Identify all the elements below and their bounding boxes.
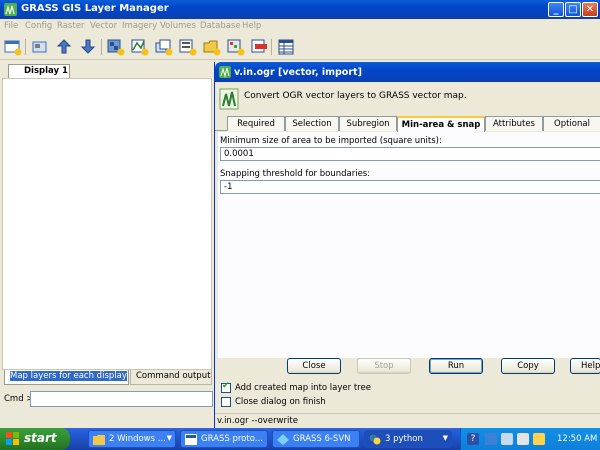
remove-layer-icon[interactable] [251,38,269,56]
chevron-left-icon[interactable] [485,433,497,445]
chevron-down-icon: ▼ [442,434,448,442]
close-window-button[interactable]: ✕ [582,2,598,17]
open-workspace-icon[interactable] [55,38,73,56]
tab-attributes[interactable]: Attributes [485,116,543,131]
minimize-button[interactable]: _ [548,2,564,17]
dialog-tabs: Required Selection Subregion Min-area & … [215,116,600,132]
start-label: start [24,431,57,445]
main-toolbar [0,34,600,60]
add-vector-icon[interactable] [131,38,149,56]
add-raster-icon[interactable] [107,38,125,56]
grass-dialog-icon [219,66,231,78]
workspace-new-icon[interactable] [31,38,49,56]
add-to-layer-tree-label: Add created map into layer tree [235,383,371,393]
tab-selection[interactable]: Selection [285,116,339,131]
copy-button[interactable]: Copy [501,358,555,374]
tab-map-layers[interactable]: Map layers for each display [4,370,129,385]
system-tray: ? 12:50 AM [460,428,600,450]
add-misc-layer-icon[interactable] [155,38,173,56]
add-overlay-icon[interactable] [179,38,197,56]
tab-optional[interactable]: Optional [543,116,600,131]
clock: 12:50 AM [557,434,598,444]
task-grass-proto[interactable]: GRASS proto... [180,430,268,448]
min-area-snap-panel: Minimum size of area to be imported (squ… [218,132,600,358]
printer-icon[interactable] [517,433,529,445]
dialog-status-bar: v.in.ogr --overwrite [215,413,600,428]
menu-config[interactable]: Config [25,21,52,31]
cmd-input[interactable] [30,391,213,407]
title-bar[interactable]: GRASS GIS Layer Manager _ □ ✕ [0,0,600,19]
task-label: 3 python [385,434,423,444]
dialog-title: v.in.ogr [vector, import] [234,67,362,78]
network-icon[interactable] [501,433,513,445]
new-display-icon[interactable] [4,38,22,56]
menu-help[interactable]: Help [242,21,261,31]
help-tray-icon[interactable]: ? [467,433,479,445]
grass-task-icon [277,434,289,445]
snap-threshold-label: Snapping threshold for boundaries: [220,169,371,179]
menu-raster[interactable]: Raster [57,21,84,31]
python-icon [369,434,381,445]
menu-vector[interactable]: Vector [90,21,117,31]
add-to-layer-tree-checkbox[interactable] [221,381,231,393]
dialog-title-bar[interactable]: v.in.ogr [vector, import] [215,62,600,82]
menu-bar: File Config Raster Vector Imagery Volume… [0,19,600,33]
save-workspace-icon[interactable] [79,38,97,56]
word-document-icon [185,434,197,445]
layer-manager-pane: Display 1 Map layers for each display Co… [0,62,213,412]
dialog-description-row: Convert OGR vector layers to GRASS vecto… [215,84,600,112]
window-title: GRASS GIS Layer Manager [21,3,169,14]
tab-subregion[interactable]: Subregion [339,116,397,131]
run-button[interactable]: Run [429,358,483,374]
start-button[interactable]: start [0,428,70,450]
menu-imagery[interactable]: Imagery [122,21,157,31]
grass-logo-icon [219,88,239,110]
chevron-down-icon: ▼ [166,434,172,442]
tab-display-1[interactable]: Display 1 [8,64,70,78]
menu-file[interactable]: File [4,21,18,31]
tab-command-output[interactable]: Command output [130,370,212,385]
add-group-icon[interactable] [203,38,221,56]
volume-icon[interactable] [533,433,545,445]
task-grass-6-svn[interactable]: GRASS 6-SVN [272,430,360,448]
layer-tree[interactable] [2,78,212,370]
folder-icon [93,435,105,445]
menu-database[interactable]: Database [200,21,241,31]
task-label: 2 Windows ... [109,434,166,444]
task-label: GRASS 6-SVN [293,434,351,444]
close-on-finish-checkbox[interactable] [221,397,231,407]
tab-required[interactable]: Required [227,116,285,131]
tab-min-area-snap[interactable]: Min-area & snap [397,116,485,132]
maximize-button[interactable]: □ [565,2,581,17]
v-in-ogr-dialog: v.in.ogr [vector, import] Convert OGR ve… [214,62,600,428]
windows-flag-icon [6,432,19,445]
snap-threshold-input[interactable]: -1 [220,180,600,194]
dialog-description: Convert OGR vector layers to GRASS vecto… [244,91,467,101]
grass-app-icon [4,3,17,16]
add-command-layer-icon[interactable] [227,38,245,56]
attribute-table-icon[interactable] [277,38,295,56]
help-button[interactable]: Help [570,358,600,374]
menu-volumes[interactable]: Volumes [160,21,196,31]
taskbar: start 2 Windows ... ▼ GRASS proto... GRA… [0,428,600,450]
task-label: GRASS proto... [201,434,263,444]
tab-map-layers-label: Map layers for each display [10,371,127,381]
task-windows-explorer[interactable]: 2 Windows ... ▼ [88,430,176,448]
task-python[interactable]: 3 python ▼ [364,430,452,448]
dialog-close-button[interactable]: Close [287,358,341,374]
min-area-label: Minimum size of area to be imported (squ… [220,136,442,146]
min-area-input[interactable]: 0.0001 [220,147,600,161]
stop-button[interactable]: Stop [357,358,411,374]
close-on-finish-label: Close dialog on finish [235,397,326,407]
